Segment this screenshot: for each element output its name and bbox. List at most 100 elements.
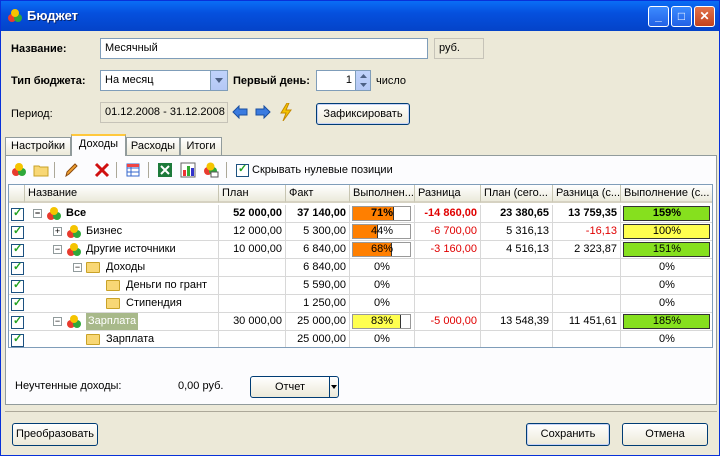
first-day-value: 1 xyxy=(345,74,352,86)
hide-zero-label[interactable]: Скрывать нулевые позиции xyxy=(252,164,393,176)
row-checkbox[interactable] xyxy=(11,242,24,257)
cell-text: 0% xyxy=(374,333,390,345)
row-checkbox[interactable] xyxy=(11,332,24,347)
table-row[interactable]: + Бизнес 12 000,00 5 300,00 44% -6 700,00 5 31… xyxy=(9,223,712,241)
income-table[interactable]: Название План Факт Выполнен... Разница П… xyxy=(8,184,713,348)
cell-text: 0% xyxy=(374,297,390,309)
save-button[interactable]: Сохранить xyxy=(526,423,610,446)
table-row[interactable]: Деньги по грант 5 590,00 0% 0% xyxy=(9,277,712,295)
column-header-diff-today[interactable]: Разница (с... xyxy=(553,185,621,203)
table-row[interactable]: − Доходы 6 840,00 0% 0% xyxy=(9,259,712,277)
collapse-icon[interactable]: − xyxy=(53,317,62,326)
collapse-icon[interactable]: − xyxy=(33,209,42,218)
row-name-cell[interactable]: − Другие источники xyxy=(25,241,219,259)
hide-zero-checkbox[interactable]: ✓ xyxy=(236,163,249,177)
cell-perf-today: 0% xyxy=(621,277,712,295)
add-category-icon[interactable] xyxy=(11,162,27,178)
lightning-icon[interactable] xyxy=(279,103,293,121)
report-dropdown-button[interactable] xyxy=(329,376,339,398)
table-row[interactable]: Стипендия 1 250,00 0% 0% xyxy=(9,295,712,313)
row-name: Другие источники xyxy=(86,243,176,255)
table-row[interactable]: Зарплата 25 000,00 0% 0% xyxy=(9,331,712,347)
edit-pencil-icon[interactable] xyxy=(63,162,79,178)
cell-diff-today: 2 323,87 xyxy=(553,241,621,259)
row-checkbox[interactable] xyxy=(11,314,24,329)
unaccounted-value: 0,00 руб. xyxy=(178,380,224,392)
convert-button[interactable]: Преобразовать xyxy=(12,423,98,446)
cell-perf-today: 151% xyxy=(621,241,712,259)
cell-perf-today: 0% xyxy=(621,295,712,313)
row-name-cell[interactable]: + Бизнес xyxy=(25,223,219,241)
column-header-plan-today[interactable]: План (сего... xyxy=(481,185,553,203)
report-button[interactable]: Отчет xyxy=(250,376,330,398)
spinner-arrows-icon[interactable] xyxy=(355,71,370,90)
add-folder-icon[interactable] xyxy=(33,162,49,178)
row-checkbox[interactable] xyxy=(11,260,24,275)
table-properties-icon[interactable] xyxy=(125,162,141,178)
cell-perf: 0% xyxy=(350,277,415,295)
row-checkbox[interactable] xyxy=(11,206,24,221)
row-checkbox[interactable] xyxy=(11,278,24,293)
cell-text: 12 000,00 xyxy=(233,225,282,237)
expand-icon[interactable]: + xyxy=(53,227,62,236)
collapse-icon[interactable]: − xyxy=(73,263,82,272)
cell-text: 6 840,00 xyxy=(303,261,346,273)
excel-export-icon[interactable] xyxy=(157,162,173,178)
cell-diff-today xyxy=(553,331,621,347)
cell-fact: 37 140,00 xyxy=(286,205,350,223)
column-header-fact[interactable]: Факт xyxy=(286,185,350,203)
row-checkbox[interactable] xyxy=(11,296,24,311)
table-row[interactable]: − Другие источники 10 000,00 6 840,00 68% -3 … xyxy=(9,241,712,259)
column-header-performance[interactable]: Выполнен... xyxy=(350,185,415,203)
row-name-cell[interactable]: Зарплата xyxy=(25,331,219,347)
name-input[interactable]: Месячный xyxy=(100,38,428,59)
column-header-perf-today[interactable]: Выполнение (с... xyxy=(621,185,712,203)
column-header-plan[interactable]: План xyxy=(219,185,286,203)
cell-text: 25 000,00 xyxy=(297,333,346,345)
collapse-icon[interactable]: − xyxy=(53,245,62,254)
first-day-spinner[interactable]: 1 xyxy=(316,70,371,91)
row-checkbox[interactable] xyxy=(11,224,24,239)
fix-button[interactable]: Зафиксировать xyxy=(316,103,410,125)
cell-diff-today xyxy=(553,277,621,295)
budget-type-select[interactable]: На месяц xyxy=(100,70,228,91)
row-name-cell[interactable]: Стипендия xyxy=(25,295,219,313)
arrow-right-icon[interactable] xyxy=(255,105,271,119)
cell-text: 44% xyxy=(370,225,394,237)
close-button[interactable]: ✕ xyxy=(694,6,715,27)
cell-text: 5 590,00 xyxy=(303,279,346,291)
cancel-button[interactable]: Отмена xyxy=(622,423,708,446)
title-bar[interactable]: Бюджет _ □ ✕ xyxy=(1,1,719,31)
cell-text: 100% xyxy=(652,225,682,237)
row-name-cell[interactable]: − Зарплата xyxy=(25,313,219,331)
tab-settings[interactable]: Настройки xyxy=(5,137,71,155)
row-name-cell[interactable]: − Доходы xyxy=(25,259,219,277)
tab-expenses[interactable]: Расходы xyxy=(126,137,180,155)
chart-icon[interactable] xyxy=(180,162,196,178)
folder-icon xyxy=(106,280,120,291)
row-name: Зарплата xyxy=(86,313,139,330)
row-name-cell[interactable]: Деньги по грант xyxy=(25,277,219,295)
table-row[interactable]: − Зарплата 30 000,00 25 000,00 83% -5 000,00 1… xyxy=(9,313,712,331)
row-name: Бизнес xyxy=(86,225,123,237)
cell-fact: 5 300,00 xyxy=(286,223,350,241)
first-day-label: Первый день: xyxy=(233,75,310,87)
column-header-name[interactable]: Название xyxy=(25,185,219,203)
row-name: Все xyxy=(66,207,87,219)
chevron-down-icon[interactable] xyxy=(210,71,227,90)
maximize-button[interactable]: □ xyxy=(671,6,692,27)
cell-diff-today: 11 451,61 xyxy=(553,313,621,331)
column-header-difference[interactable]: Разница xyxy=(415,185,481,203)
cell-text: 0% xyxy=(659,297,675,309)
delete-icon[interactable] xyxy=(94,162,110,178)
cell-text: -16,13 xyxy=(585,225,617,237)
minimize-button[interactable]: _ xyxy=(648,6,669,27)
tab-totals[interactable]: Итоги xyxy=(180,137,222,155)
categories-report-icon[interactable] xyxy=(203,162,219,178)
table-row[interactable]: − Все 52 000,00 37 140,00 71% -14 860,00 23 38… xyxy=(9,205,712,223)
first-day-unit: число xyxy=(376,75,407,87)
folder-icon xyxy=(86,334,100,345)
arrow-left-icon[interactable] xyxy=(232,105,248,119)
row-name-cell[interactable]: − Все xyxy=(25,205,219,223)
tab-income[interactable]: Доходы xyxy=(71,134,126,156)
